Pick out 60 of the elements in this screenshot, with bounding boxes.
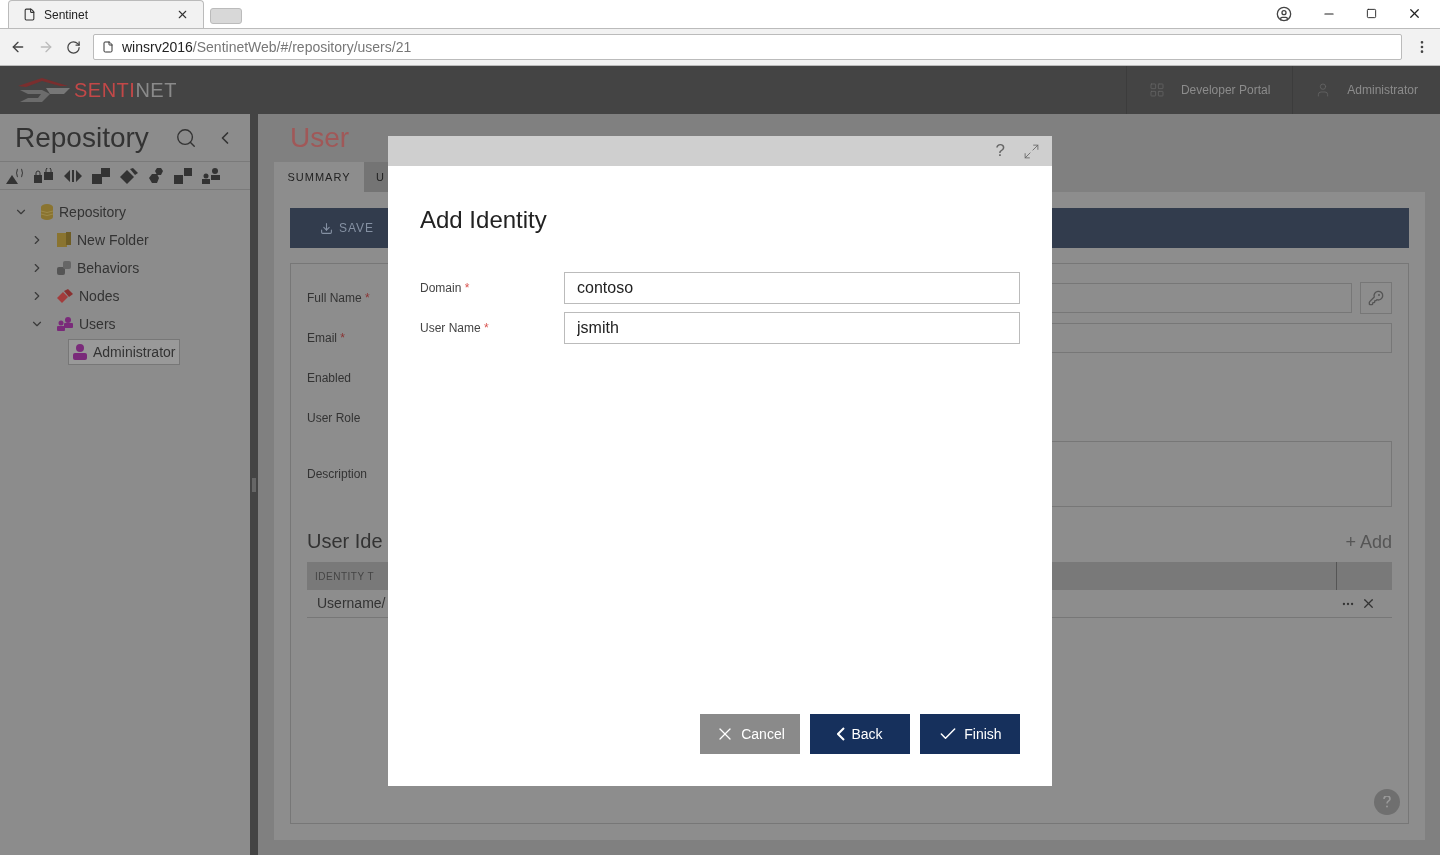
delete-icon[interactable]: [1361, 596, 1376, 611]
key-icon: [1368, 290, 1384, 306]
key-button[interactable]: [1360, 282, 1392, 314]
arrows-icon[interactable]: [64, 167, 82, 184]
section-title: User Ide: [307, 529, 383, 554]
tree-item[interactable]: Behaviors: [52, 255, 145, 281]
field-label: Domain *: [420, 280, 471, 297]
diamond-icon[interactable]: [120, 167, 138, 184]
people-icon[interactable]: [202, 167, 220, 184]
expand-icon[interactable]: [1023, 142, 1040, 160]
user-icon: [73, 344, 87, 360]
page-icon: [23, 8, 36, 21]
back-icon[interactable]: [10, 39, 26, 55]
reload-icon[interactable]: [66, 39, 81, 55]
maximize-icon[interactable]: [1366, 8, 1377, 19]
close-icon[interactable]: [176, 8, 189, 21]
chevron-left-icon: [837, 727, 846, 741]
browser-tab[interactable]: Sentinet: [8, 0, 204, 28]
tree-item[interactable]: New Folder: [52, 227, 154, 253]
add-link[interactable]: + Add: [1345, 529, 1392, 556]
address-field[interactable]: winsrv2016/SentinetWeb/#/repository/users/21: [93, 34, 1402, 60]
form-label: Full Name *: [307, 290, 371, 307]
tree-item[interactable]: Users: [52, 311, 121, 337]
text-field[interactable]: contoso: [564, 272, 1020, 304]
lock-icon[interactable]: [34, 167, 54, 184]
cancel-button[interactable]: Cancel: [700, 714, 800, 754]
question-icon: [1383, 796, 1391, 808]
blocks-icon[interactable]: [92, 167, 110, 184]
triangle-braces-icon[interactable]: [6, 167, 24, 184]
tab[interactable]: SUMMARY: [274, 162, 364, 192]
diamond-icon: [57, 289, 73, 303]
cubes-icon: [57, 261, 71, 275]
text-field[interactable]: jsmith: [564, 312, 1020, 344]
form-label: Description: [307, 466, 369, 483]
download-icon: [320, 221, 333, 235]
tree-item[interactable]: Nodes: [52, 283, 125, 309]
users-icon: [57, 317, 73, 331]
form-label: Enabled: [307, 370, 353, 387]
form-label: User Role: [307, 410, 362, 427]
database-icon: [41, 204, 53, 220]
help-button[interactable]: ?: [995, 138, 1005, 164]
folder-icon: [57, 232, 71, 248]
form-label: Email *: [307, 330, 347, 347]
sidebar-title: Repository: [15, 120, 150, 155]
dialog-title: Add Identity: [420, 205, 548, 235]
save-button[interactable]: SAVE: [320, 219, 375, 237]
table-cell-text: Username/: [316, 594, 386, 613]
logo-text: SENTINET: [74, 78, 177, 103]
squares-icon[interactable]: [174, 167, 192, 184]
finish-button[interactable]: Finish: [920, 714, 1020, 754]
field-label: User Name *: [420, 320, 490, 337]
tree-item[interactable]: Administrator: [68, 339, 181, 365]
back-button[interactable]: Back: [810, 714, 910, 754]
tree-item[interactable]: Repository: [36, 199, 131, 225]
hexagons-icon[interactable]: [148, 167, 164, 184]
search-icon[interactable]: [175, 126, 197, 149]
close-icon[interactable]: [1407, 6, 1422, 21]
account-icon[interactable]: [1276, 5, 1292, 22]
page-icon: [102, 41, 114, 53]
grid-icon: [1148, 82, 1165, 98]
